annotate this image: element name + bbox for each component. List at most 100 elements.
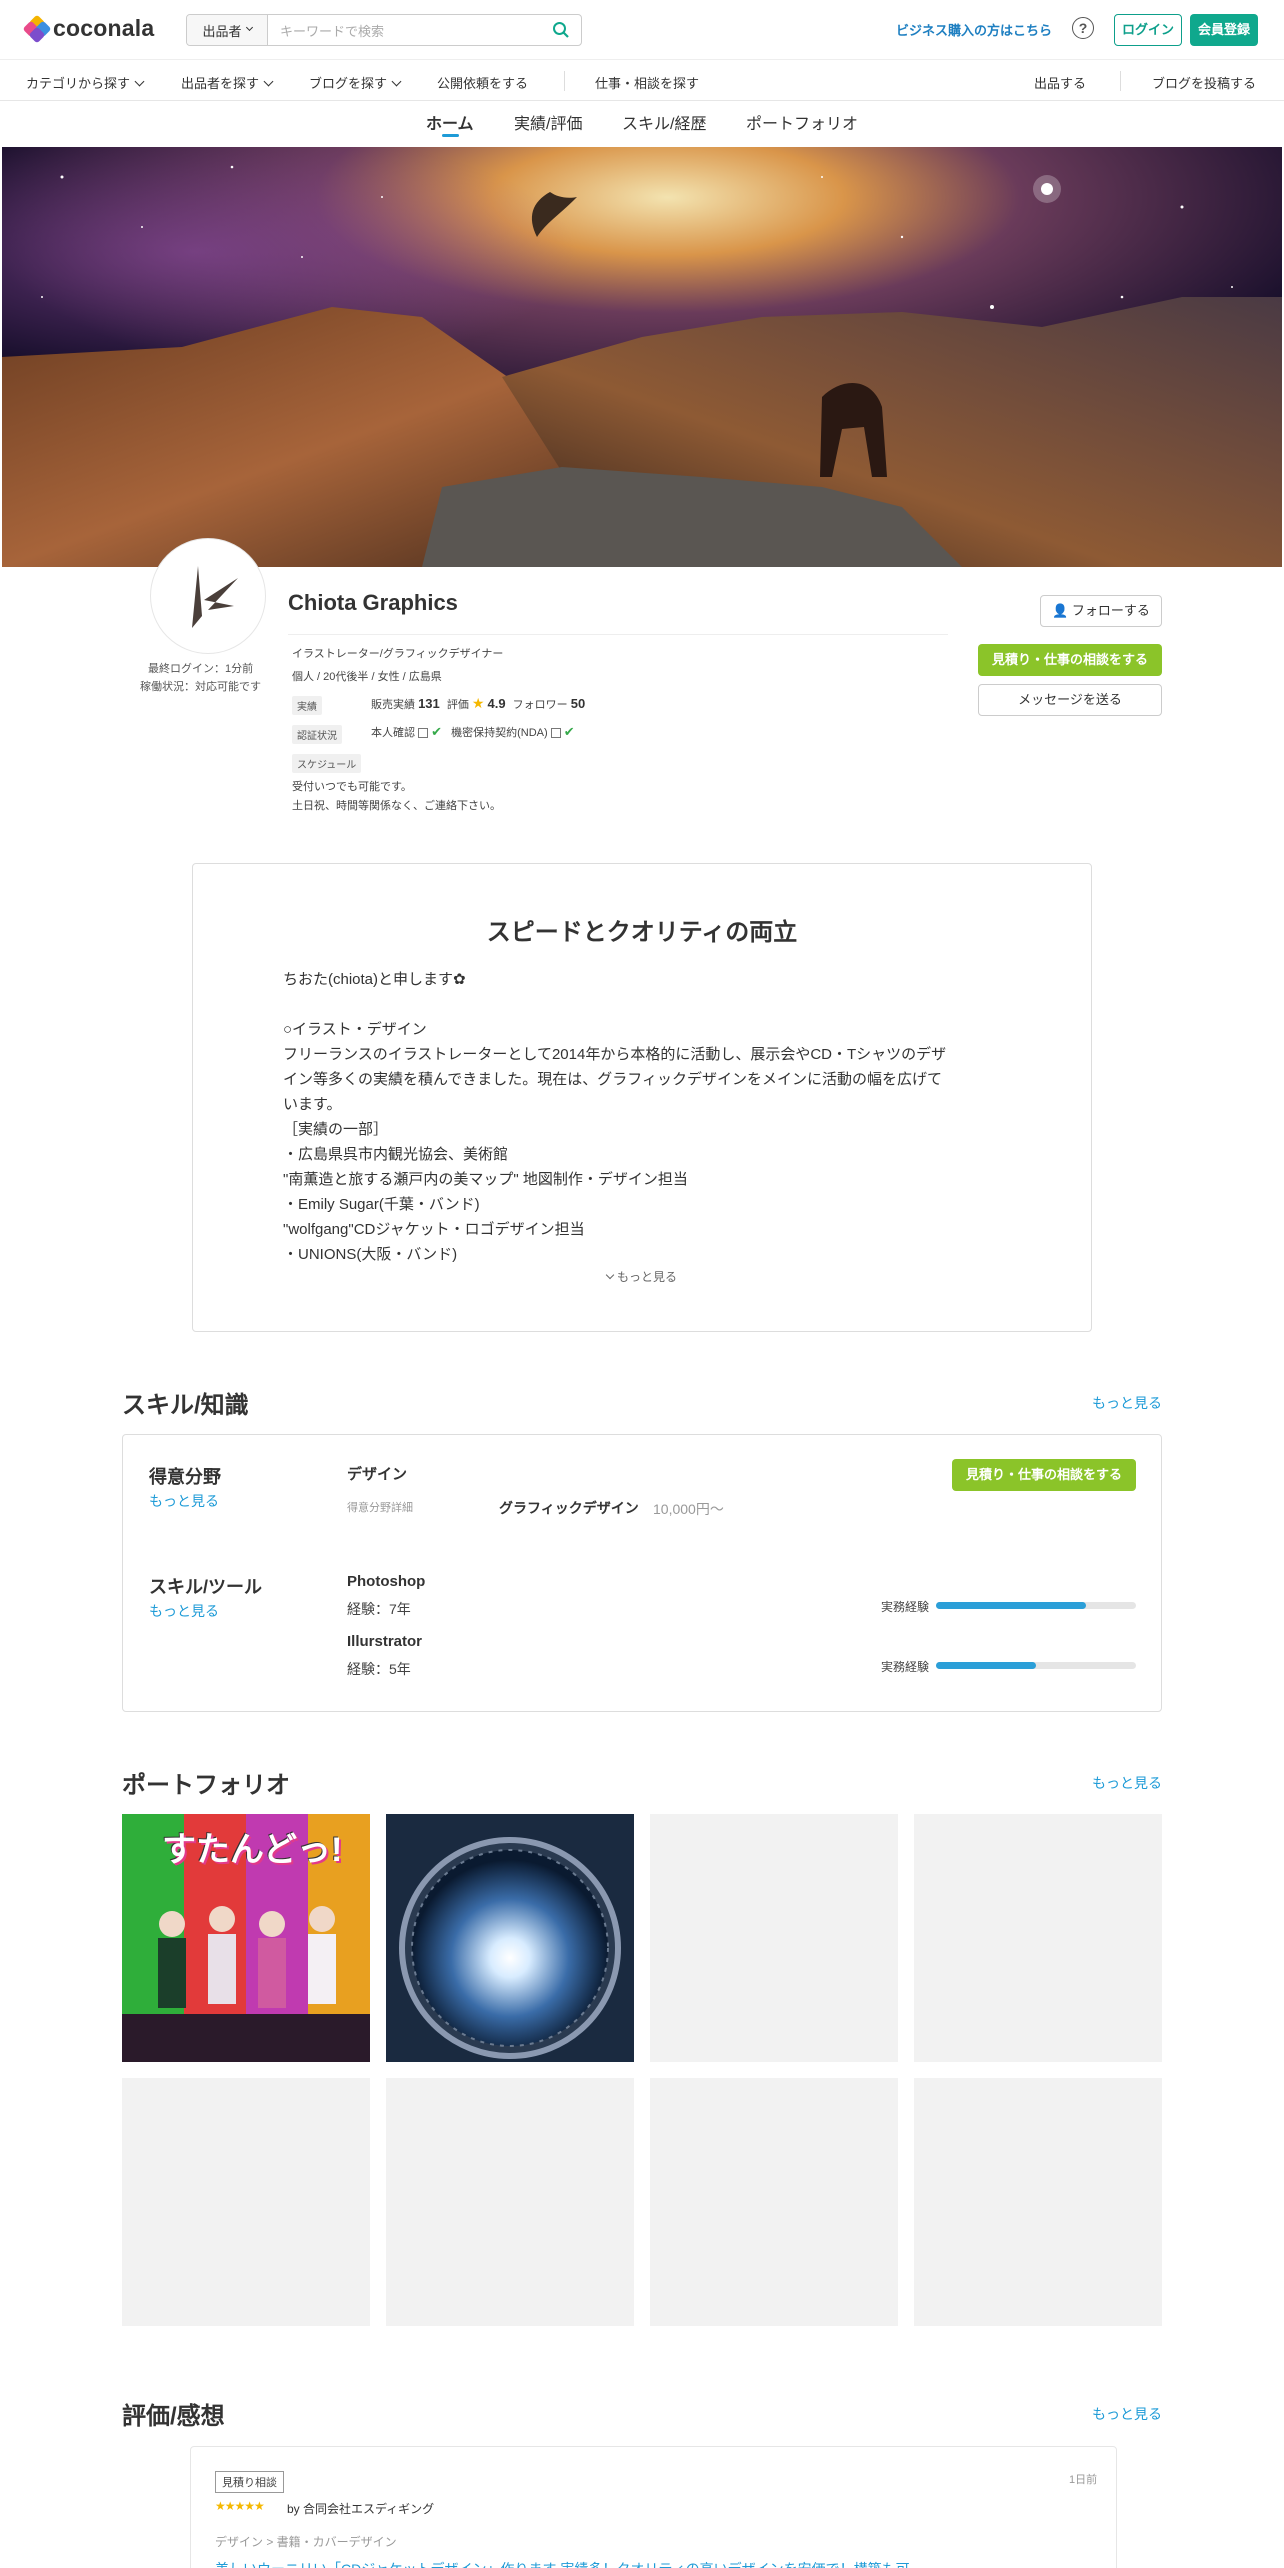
portfolio-title: ポートフォリオ <box>122 1772 290 1799</box>
nda-label: 機密保持契約(NDA) <box>451 727 548 739</box>
review-card: 見積り相談 1日前 ★★★★★ by 合同会社エスディギング デザイン > 書籍… <box>190 2446 1117 2568</box>
tab-home[interactable]: ホーム <box>426 110 474 134</box>
chevron-down-icon <box>391 76 402 87</box>
portfolio-item[interactable]: すたんどっ! <box>122 1814 370 2062</box>
tool-experience: 経験：7年 <box>347 1601 411 1617</box>
star-icon: ★ <box>471 695 485 711</box>
estimate-button[interactable]: 見積り・仕事の相談をする <box>978 644 1162 676</box>
portfolio-more-link[interactable]: もっと見る <box>1092 1773 1162 1793</box>
tool-experience-bar-fill <box>936 1662 1036 1669</box>
chevron-down-icon <box>245 23 253 31</box>
portfolio-thumb-text: すたんどっ! <box>162 1831 343 1869</box>
portfolio-item-placeholder[interactable] <box>650 2078 898 2326</box>
skills-title: スキル/知識 <box>122 1392 249 1419</box>
logo-text: coconala <box>53 15 155 41</box>
coconala-logo[interactable]: coconala <box>22 14 155 43</box>
intro-line: "南薫造と旅する瀬戸内の美マップ" 地図制作・デザイン担当 <box>283 1171 688 1188</box>
skills-more-link[interactable]: もっと見る <box>1092 1393 1162 1413</box>
cover-image <box>2 147 1282 567</box>
intro-line: "wolfgang"CDジャケット・ロゴデザイン担当 <box>283 1221 585 1238</box>
search-category-label: 出品者 <box>202 23 242 39</box>
follow-button[interactable]: 👤 フォローする <box>1040 595 1162 627</box>
profile-tabs: ホーム 実績/評価 スキル/経歴 ポートフォリオ <box>0 102 1284 146</box>
tool-name: Illurstrator <box>347 1633 423 1650</box>
help-icon[interactable]: ? <box>1072 17 1094 39</box>
tool-experience-bar <box>936 1662 1136 1669</box>
intro-line: ［実績の一部］ <box>283 1121 389 1138</box>
occupation: イラストレーター/グラフィックデザイナー <box>292 648 504 660</box>
logo-mark-icon <box>22 14 52 43</box>
nav-category[interactable]: カテゴリから探す <box>26 73 145 92</box>
nav-public-request[interactable]: 公開依頼をする <box>437 73 528 92</box>
id-card-icon <box>418 728 429 739</box>
nav-sell[interactable]: 出品する <box>1034 73 1086 92</box>
specialty-detail-label: 得意分野詳細 <box>347 1502 413 1514</box>
search-icon[interactable] <box>541 21 581 39</box>
rating-value: 4.9 <box>487 696 506 711</box>
tab-skills[interactable]: スキル/経歴 <box>622 110 706 134</box>
nav-category-label: カテゴリから探す <box>26 76 131 91</box>
register-button[interactable]: 会員登録 <box>1190 14 1258 46</box>
search-bar: 出品者 キーワードで検索 <box>186 14 582 46</box>
tool-experience-bar-fill <box>936 1602 1086 1609</box>
review-author: by 合同会社エスディギング <box>287 2502 435 2516</box>
portfolio-item-placeholder[interactable] <box>914 1814 1162 2062</box>
skills-estimate-button[interactable]: 見積り・仕事の相談をする <box>952 1459 1136 1491</box>
portfolio-item[interactable] <box>386 1814 634 2062</box>
intro-more-button[interactable]: もっと見る <box>193 1268 1091 1285</box>
avatar[interactable] <box>150 538 266 654</box>
check-icon: ✔ <box>563 724 575 739</box>
profile-divider <box>288 634 948 635</box>
review-service-link[interactable]: 美しいウーニリい「CDジャケットデザイン」作ります 実績多！クオリティの高いデザ… <box>215 2559 910 2568</box>
schedule-line-1: 受付いつでも可能です。 <box>292 781 412 793</box>
design-label: デザイン <box>347 1466 408 1483</box>
graphic-design-price: 10,000円〜 <box>653 1501 724 1517</box>
intro-more-label: もっと見る <box>616 1270 677 1284</box>
last-login: 最終ログイン：1分前 <box>148 663 254 675</box>
tool-bar-label: 実務経験 <box>881 1600 930 1614</box>
specialty-more-link[interactable]: もっと見る <box>149 1491 219 1511</box>
business-link[interactable]: ビジネス購入の方はこちら <box>896 20 1052 39</box>
tool-name: Photoshop <box>347 1573 426 1590</box>
follower-label: フォロワー <box>512 699 568 711</box>
intro-title: スピードとクオリティの両立 <box>486 919 798 946</box>
tab-achievements[interactable]: 実績/評価 <box>514 110 582 134</box>
add-user-icon: 👤 <box>1052 603 1069 618</box>
intro-line: ・広島県呉市内観光協会、美術館 <box>283 1146 509 1163</box>
work-status: 稼働状況：対応可能です <box>140 681 261 693</box>
tools-more-link[interactable]: もっと見る <box>149 1601 219 1621</box>
schedule-line-2: 土日祝、時間等関係なく、ご連絡下さい。 <box>292 800 501 812</box>
active-tab-indicator <box>442 134 459 137</box>
portfolio-item-placeholder[interactable] <box>650 1814 898 2062</box>
nav-sellers[interactable]: 出品者を探す <box>181 73 274 92</box>
portfolio-item-placeholder[interactable] <box>914 2078 1162 2326</box>
tag-schedule: スケジュール <box>292 754 362 773</box>
portfolio-item-placeholder[interactable] <box>122 2078 370 2326</box>
reviews-more-link[interactable]: もっと見る <box>1092 2404 1162 2424</box>
tool-experience: 経験：5年 <box>347 1661 411 1677</box>
graphic-design-label: グラフィックデザイン <box>499 1500 639 1516</box>
portfolio-item-placeholder[interactable] <box>386 2078 634 2326</box>
login-button[interactable]: ログイン <box>1114 14 1182 46</box>
check-icon: ✔ <box>431 724 443 739</box>
nav-blogs[interactable]: ブログを探す <box>309 73 402 92</box>
nav-post-blog[interactable]: ブログを投稿する <box>1152 73 1256 92</box>
tag-auth: 認証状況 <box>292 725 342 744</box>
document-icon <box>550 728 561 739</box>
identity-label: 本人確認 <box>371 727 415 739</box>
reviews-title: 評価/感想 <box>122 2403 225 2430</box>
intro-line: います。 <box>283 1096 342 1113</box>
search-category-select[interactable]: 出品者 <box>187 15 268 45</box>
nav-find-jobs[interactable]: 仕事・相談を探す <box>595 73 699 92</box>
profile-name: Chiota Graphics <box>288 590 458 615</box>
attributes: 個人 / 20代後半 / 女性 / 広島県 <box>292 671 442 683</box>
search-input[interactable]: キーワードで検索 <box>268 21 541 40</box>
tab-portfolio[interactable]: ポートフォリオ <box>746 110 858 134</box>
tools-title: スキル/ツール <box>149 1577 263 1597</box>
tag-record: 実績 <box>292 696 322 715</box>
intro-card: スピードとクオリティの両立 ちおた(chiota)と申します✿ ○イラスト・デザ… <box>192 863 1092 1332</box>
chevron-down-icon <box>605 1270 615 1280</box>
message-button[interactable]: メッセージを送る <box>978 684 1162 716</box>
review-badge: 見積り相談 <box>215 2471 284 2493</box>
intro-line: イン等多くの実績を積んできました。現在は、グラフィックデザインをメインに活動の幅… <box>283 1071 942 1088</box>
